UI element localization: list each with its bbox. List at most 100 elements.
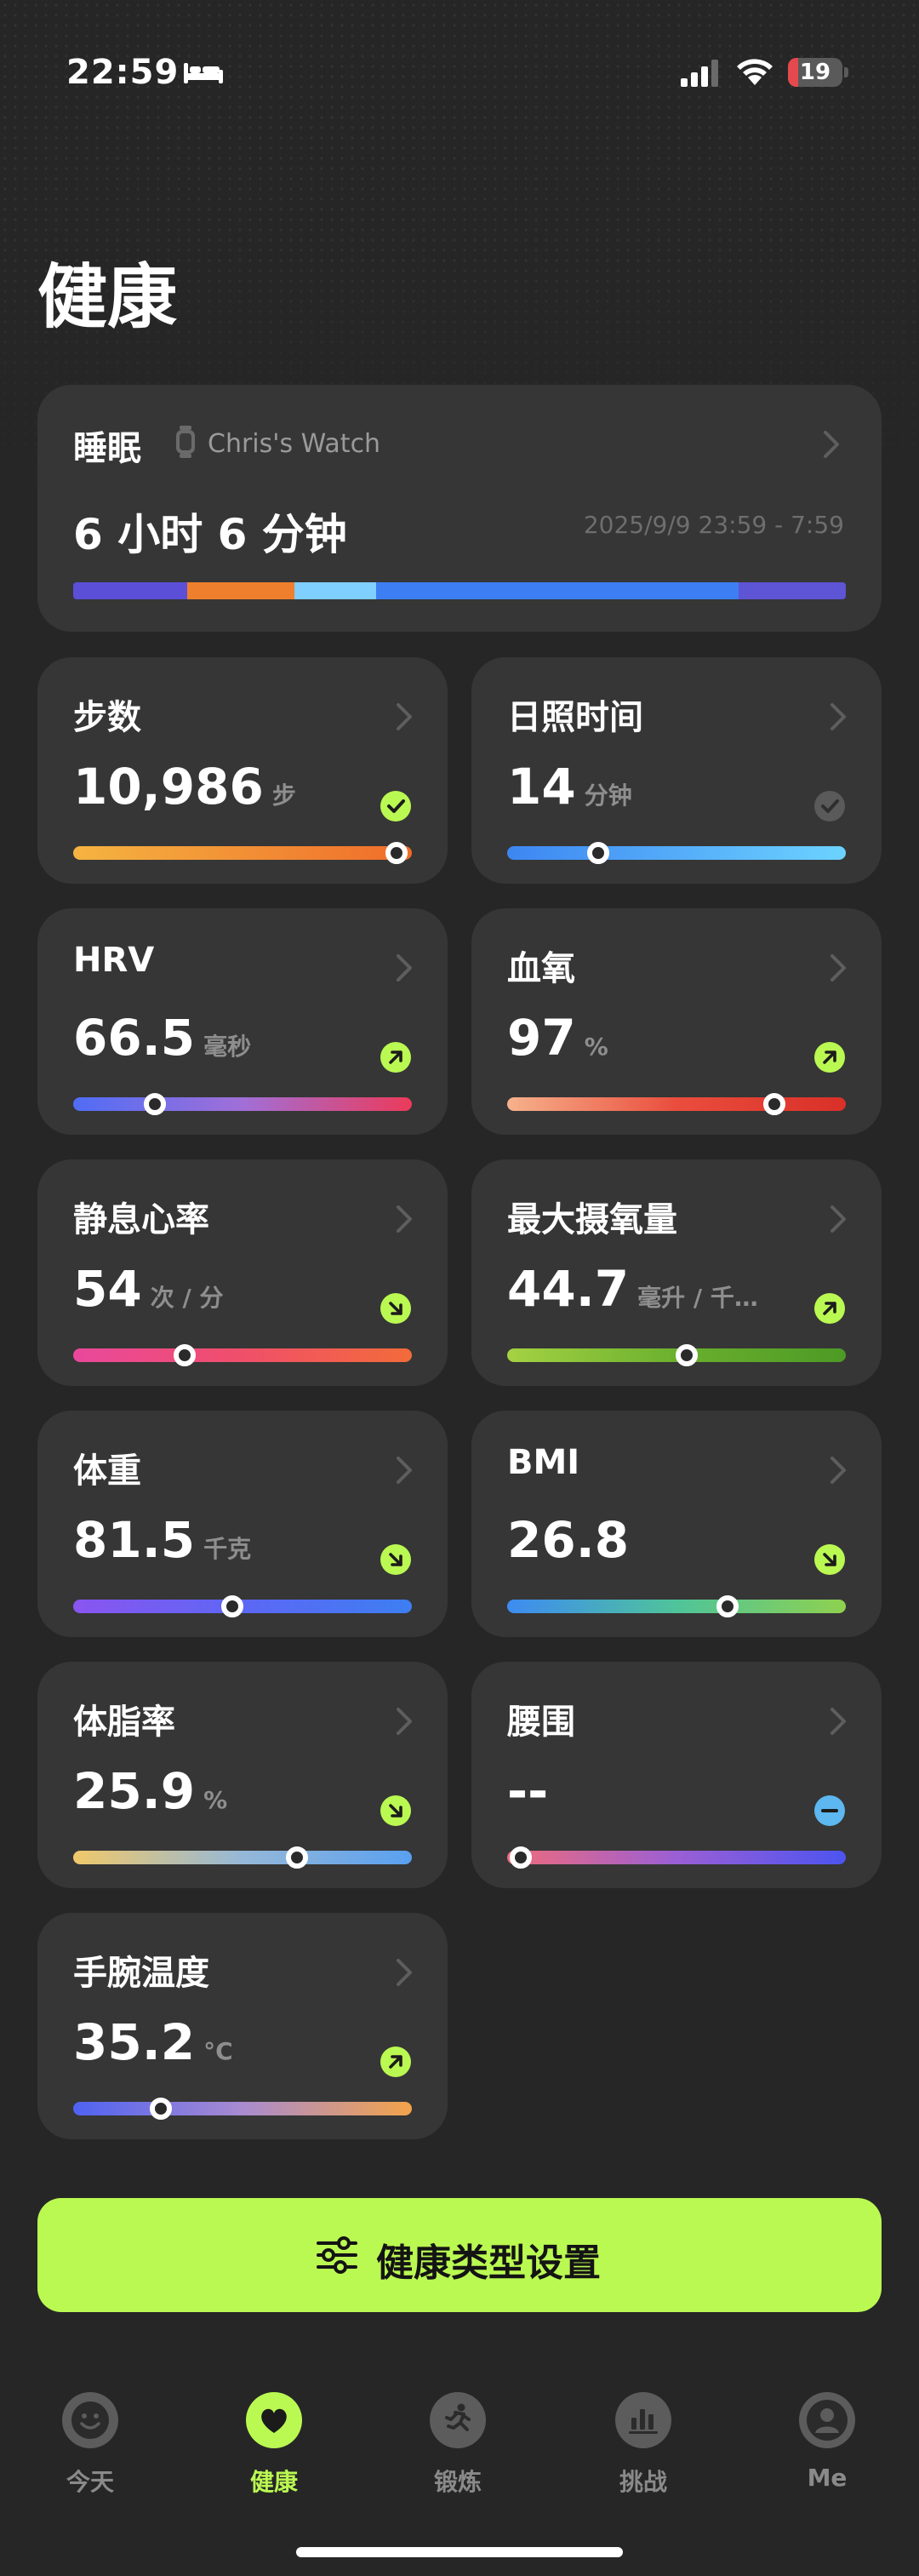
metric-level-marker [150,2098,173,2120]
metric-title: 体重 [73,1451,141,1491]
sliders-icon [317,2236,357,2274]
metric-value: 14 [507,758,576,816]
metric-value-row: 25.9% [73,1762,227,1820]
metric-value: 66.5 [73,1009,196,1067]
metric-value-row: 35.2 °C [73,2013,233,2071]
tab-me[interactable]: Me [768,2392,887,2492]
metric-unit: °C [203,2037,233,2065]
page-title: 健康 [37,257,178,338]
check-circle-icon [813,790,846,822]
metric-title: 体脂率 [73,1703,175,1742]
battery-percentage: 19 [799,60,831,85]
metric-title: 日照时间 [507,698,643,737]
chevron-right-icon [829,1455,848,1485]
chevron-right-icon [395,953,414,983]
metric-unit: 毫升 / 千… [637,1284,758,1312]
sleep-stages-bar [73,582,846,599]
metric-title: 血氧 [507,949,575,988]
metric-value: 44.7 [507,1260,630,1318]
metric-value-row: -- [507,1762,548,1820]
metric-range-bar [73,1595,412,1617]
health-type-settings-button[interactable]: 健康类型设置 [37,2198,882,2312]
metric-card[interactable]: 体重 81.5 千克 [37,1411,448,1637]
metric-range-bar [507,842,846,864]
sleep-card[interactable]: 睡眠 Chris's Watch 6 小时 6 分钟 2025/9/9 23:5… [37,385,882,632]
metric-card[interactable]: 手腕温度 35.2 °C [37,1913,448,2139]
tab-challenge[interactable]: 挑战 [584,2392,703,2498]
sleep-stage-segment [73,582,190,599]
metric-unit: 毫秒 [203,1033,252,1061]
metric-level-marker [675,1344,698,1366]
metric-card[interactable]: 静息心率 54 次 / 分 [37,1159,448,1386]
metric-unit: 千克 [203,1535,252,1563]
metric-range-bar [73,1846,412,1869]
tab-today[interactable]: 今天 [31,2392,150,2498]
metric-card[interactable]: BMI 26.8 [471,1411,882,1637]
metric-level-marker [143,1093,166,1115]
trend-up-icon [813,1041,846,1073]
metric-card[interactable]: 步数 10,986 步 [37,657,448,884]
trend-up-icon [380,1041,412,1073]
health-type-settings-label: 健康类型设置 [376,2241,601,2285]
chevron-right-icon [395,1706,414,1737]
metric-level-marker [763,1093,786,1115]
tab-workout[interactable]: 锻炼 [398,2392,517,2498]
chevron-right-icon [395,1204,414,1234]
metric-value-row: 66.5 毫秒 [73,1009,251,1067]
metric-range-bar [507,1093,846,1115]
sleep-title: 睡眠 [73,429,141,468]
metric-unit: 步 [271,781,296,810]
bar-chart-icon [615,2392,671,2448]
metric-title: HRV [73,941,155,980]
metric-range-bar [507,1344,846,1366]
sleep-stage-segment [187,582,296,599]
chevron-right-icon [829,701,848,732]
metric-title: BMI [507,1443,580,1482]
status-bar: 22:59 19 [0,0,919,145]
chevron-right-icon [822,429,841,460]
metric-title: 步数 [73,698,141,737]
trend-down-icon [380,1292,412,1325]
chevron-right-icon [829,1204,848,1234]
tab-health[interactable]: 健康 [214,2392,334,2498]
metric-unit: % [203,1786,228,1814]
metric-value-row: 26.8 [507,1511,629,1569]
metric-card[interactable]: HRV 66.5 毫秒 [37,908,448,1135]
metric-value: 81.5 [73,1511,196,1569]
tab-label: 挑战 [619,2468,667,2496]
metric-value: 97 [507,1009,576,1067]
metric-value-row: 14 分钟 [507,758,632,816]
metric-card[interactable]: 血氧 97% [471,908,882,1135]
metric-range-bar [73,1344,412,1366]
metric-level-marker [221,1595,244,1617]
battery-indicator: 19 [788,58,849,89]
metric-unit: % [584,1033,608,1061]
home-indicator [296,2547,623,2557]
metric-card[interactable]: 腰围 -- [471,1662,882,1888]
sleep-stage-segment [738,582,846,599]
trend-down-icon [380,1543,412,1576]
chevron-right-icon [395,701,414,732]
metric-level-marker [385,842,408,864]
check-circle-icon [380,790,412,822]
metric-card[interactable]: 日照时间 14 分钟 [471,657,882,884]
trend-up-icon [380,2046,412,2078]
metric-level-marker [716,1595,739,1617]
metric-card[interactable]: 体脂率 25.9% [37,1662,448,1888]
metric-unit: 次 / 分 [150,1284,224,1312]
sleep-device-name: Chris's Watch [208,429,381,459]
metric-range-bar [507,1846,846,1869]
metric-title: 腰围 [507,1703,575,1742]
sleep-mode-icon [184,63,223,83]
trend-down-icon [380,1795,412,1827]
smiley-icon [62,2392,118,2448]
metric-value-row: 10,986 步 [73,758,296,816]
trend-up-icon [813,1292,846,1325]
tab-label: Me [807,2464,848,2492]
watch-icon [176,426,195,458]
metric-card[interactable]: 最大摄氧量 44.7 毫升 / 千… [471,1159,882,1386]
metric-title: 最大摄氧量 [507,1200,677,1239]
sleep-duration: 6 小时 6 分钟 [73,510,347,559]
metric-value: -- [507,1762,549,1820]
metric-value-row: 44.7 毫升 / 千… [507,1260,758,1318]
